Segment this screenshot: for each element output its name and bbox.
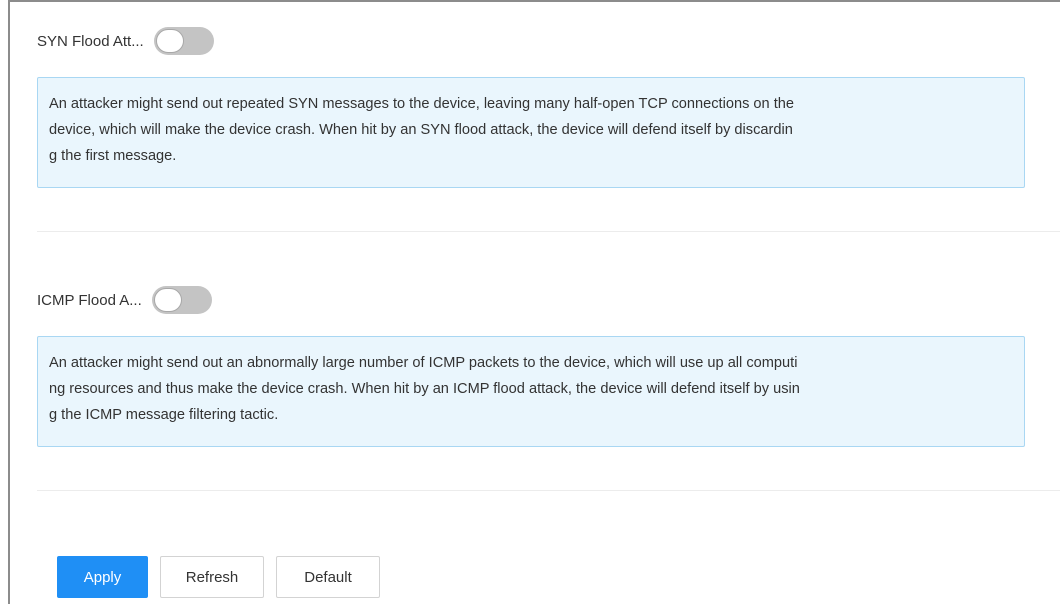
frame-top-border (8, 0, 1060, 2)
attack-defense-page: SYN Flood Att... An attacker might send … (0, 0, 1060, 604)
syn-flood-description-line-2: device, which will make the device crash… (49, 122, 793, 138)
icmp-flood-toggle-row: ICMP Flood A... (37, 285, 1025, 315)
syn-flood-toggle-row: SYN Flood Att... (37, 26, 1025, 56)
icmp-flood-description-line-3: g the ICMP message filtering tactic. (49, 407, 279, 423)
icmp-flood-description-line-2: ng resources and thus make the device cr… (49, 381, 800, 397)
section-divider (37, 231, 1060, 232)
icmp-flood-description-line-1: An attacker might send out an abnormally… (49, 355, 798, 371)
syn-flood-label: SYN Flood Att... (37, 32, 144, 50)
frame-left-border (8, 0, 10, 604)
icmp-flood-label: ICMP Flood A... (37, 291, 142, 309)
refresh-button[interactable]: Refresh (160, 556, 264, 598)
syn-flood-description-box: An attacker might send out repeated SYN … (37, 77, 1025, 188)
section-divider (37, 490, 1060, 491)
action-buttons: Apply Refresh Default (57, 556, 380, 598)
icmp-flood-toggle[interactable] (151, 286, 212, 314)
apply-button[interactable]: Apply (57, 556, 148, 598)
syn-flood-description-line-1: An attacker might send out repeated SYN … (49, 96, 794, 112)
icmp-flood-section: ICMP Flood A... An attacker might send o… (37, 285, 1025, 447)
syn-flood-section: SYN Flood Att... An attacker might send … (37, 26, 1025, 188)
syn-flood-description-line-3: g the first message. (49, 148, 177, 164)
syn-flood-toggle[interactable] (153, 27, 214, 55)
icmp-flood-toggle-knob (153, 288, 182, 312)
icmp-flood-description-box: An attacker might send out an abnormally… (37, 336, 1025, 447)
default-button[interactable]: Default (276, 556, 380, 598)
syn-flood-toggle-knob (155, 29, 184, 53)
